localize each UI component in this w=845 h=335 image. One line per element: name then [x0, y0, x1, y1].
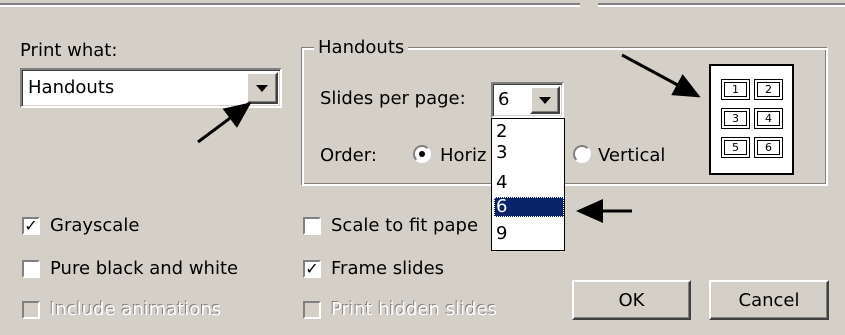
arrow-annotation-icon: [197, 102, 252, 144]
annotation-arrows: [197, 53, 701, 223]
arrow-annotation-icon: [621, 53, 701, 98]
